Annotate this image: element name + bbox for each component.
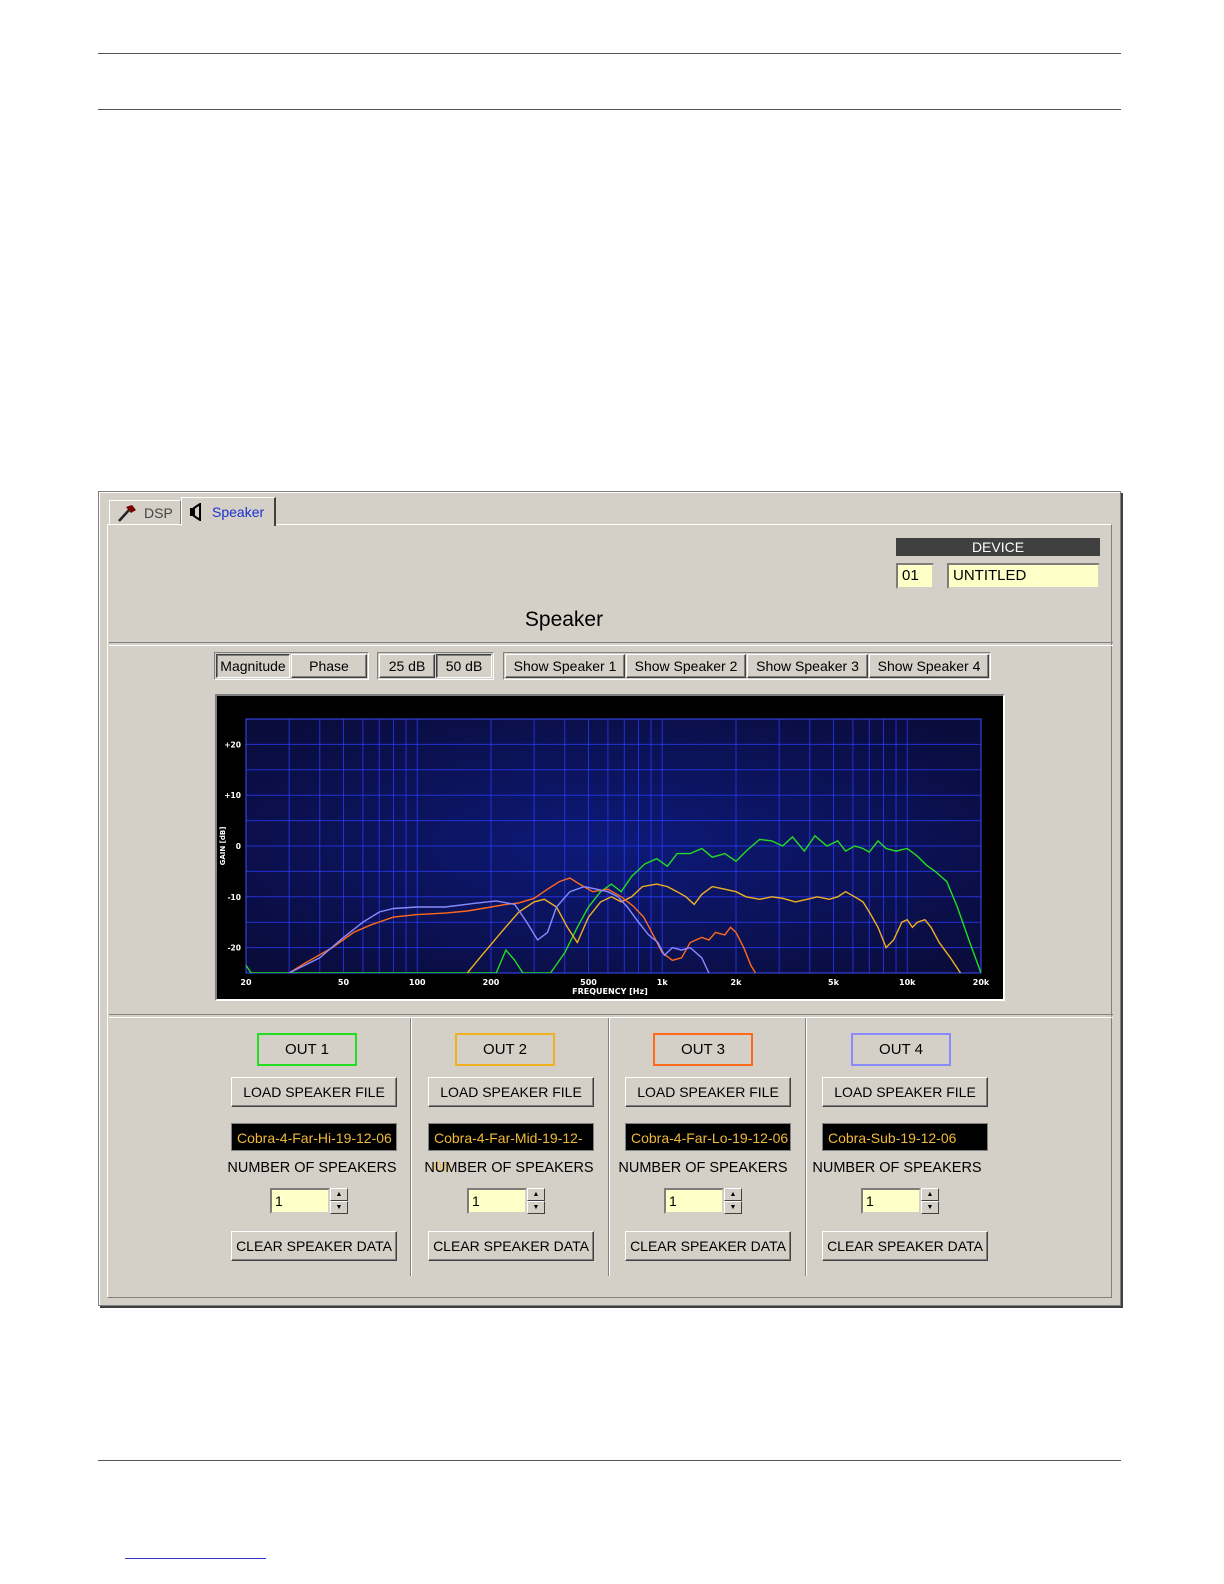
speaker-count-input-2[interactable]: 1 — [467, 1188, 527, 1214]
column-divider-3 — [805, 1018, 807, 1276]
number-of-speakers-label-1: NUMBER OF SPEAKERS — [227, 1160, 397, 1176]
speaker-count-stepper-4[interactable]: 1 ▲ ▼ — [861, 1188, 939, 1214]
spin-up-icon[interactable]: ▲ — [527, 1188, 545, 1201]
clear-speaker-data-button-4[interactable]: CLEAR SPEAKER DATA — [822, 1231, 988, 1261]
tab-dsp-label: DSP — [144, 504, 173, 521]
spin-down-icon[interactable]: ▼ — [724, 1201, 742, 1214]
show-speaker-1-button[interactable]: Show Speaker 1 — [505, 654, 625, 678]
speaker-count-stepper-3[interactable]: 1 ▲ ▼ — [664, 1188, 742, 1214]
device-header: DEVICE — [896, 538, 1100, 556]
page-title: Speaker — [524, 608, 604, 631]
speaker-count-input-3[interactable]: 1 — [664, 1188, 724, 1214]
spin-up-icon[interactable]: ▲ — [921, 1188, 939, 1201]
speaker-file-name-1: Cobra-4-Far-Hi-19-12-06 — [231, 1123, 397, 1151]
clear-speaker-data-button-2[interactable]: CLEAR SPEAKER DATA — [428, 1231, 594, 1261]
number-of-speakers-label-4: NUMBER OF SPEAKERS — [812, 1160, 982, 1176]
show-speaker-3-button[interactable]: Show Speaker 3 — [747, 654, 868, 678]
show-speaker-2-button[interactable]: Show Speaker 2 — [626, 654, 746, 678]
frequency-response-chart: 20 50 100 200 500 1k 2k 5k 10k 20k +20 +10 0 -10 -20 … — [215, 694, 1005, 1001]
spin-up-icon[interactable]: ▲ — [724, 1188, 742, 1201]
load-speaker-file-button-3[interactable]: LOAD SPEAKER FILE — [625, 1077, 791, 1107]
column-divider-2 — [608, 1018, 610, 1276]
clear-speaker-data-button-3[interactable]: CLEAR SPEAKER DATA — [625, 1231, 791, 1261]
magnitude-button[interactable]: Magnitude — [216, 654, 290, 678]
clear-speaker-data-button-1[interactable]: CLEAR SPEAKER DATA — [231, 1231, 397, 1261]
header-rule-bottom — [98, 109, 1121, 110]
y-tick-label: 0 — [236, 842, 241, 851]
speaker-icon — [188, 503, 206, 521]
x-tick-label: 20k — [973, 978, 990, 987]
separator-top — [109, 642, 1113, 646]
spin-up-icon[interactable]: ▲ — [330, 1188, 348, 1201]
speaker-file-name-4: Cobra-Sub-19-12-06 — [822, 1123, 988, 1151]
x-tick-label: 1k — [657, 978, 669, 987]
number-of-speakers-label-3: NUMBER OF SPEAKERS — [618, 1160, 788, 1176]
speaker-file-name-3: Cobra-4-Far-Lo-19-12-06 — [625, 1123, 791, 1151]
spin-down-icon[interactable]: ▼ — [330, 1201, 348, 1214]
x-tick-label: 5k — [828, 978, 840, 987]
device-name-field[interactable]: UNTITLED — [947, 563, 1100, 589]
footer-link-underline — [125, 1558, 266, 1559]
footer-rule — [98, 1460, 1121, 1461]
tab-speaker-label: Speaker — [212, 504, 265, 520]
x-axis-label: FREQUENCY [Hz] — [572, 987, 648, 996]
tab-dsp[interactable]: DSP — [109, 500, 181, 524]
y-tick-label: +20 — [224, 740, 241, 749]
out-4-label: OUT 4 — [851, 1033, 951, 1066]
range-50db-button[interactable]: 50 dB — [436, 654, 492, 678]
speaker-count-stepper-1[interactable]: 1 ▲ ▼ — [270, 1188, 348, 1214]
speaker-file-name-2: Cobra-4-Far-Mid-19-12-06 — [428, 1123, 594, 1174]
tab-speaker[interactable]: Speaker — [181, 497, 276, 526]
y-tick-label: -10 — [227, 893, 241, 902]
x-tick-label: 200 — [483, 978, 500, 987]
spin-down-icon[interactable]: ▼ — [921, 1201, 939, 1214]
out-3-label: OUT 3 — [653, 1033, 753, 1066]
show-speaker-4-button[interactable]: Show Speaker 4 — [869, 654, 989, 678]
load-speaker-file-button-4[interactable]: LOAD SPEAKER FILE — [822, 1077, 988, 1107]
load-speaker-file-button-2[interactable]: LOAD SPEAKER FILE — [428, 1077, 594, 1107]
out-1-label: OUT 1 — [257, 1033, 357, 1066]
separator-bottom — [109, 1014, 1113, 1018]
column-divider-1 — [410, 1018, 412, 1276]
speaker-count-input-4[interactable]: 1 — [861, 1188, 921, 1214]
number-of-speakers-label-2: NUMBER OF SPEAKERS — [424, 1160, 594, 1176]
range-25db-button[interactable]: 25 dB — [379, 654, 435, 678]
header-rule-top — [98, 53, 1121, 54]
y-tick-label: +10 — [224, 791, 241, 800]
x-tick-label: 50 — [338, 978, 350, 987]
speaker-count-input-1[interactable]: 1 — [270, 1188, 330, 1214]
hammer-icon — [116, 504, 138, 522]
chart-svg: 20 50 100 200 500 1k 2k 5k 10k 20k +20+100-10-20 … — [219, 718, 990, 996]
speaker-count-stepper-2[interactable]: 1 ▲ ▼ — [467, 1188, 545, 1214]
phase-button[interactable]: Phase — [291, 654, 367, 678]
x-tick-label: 500 — [580, 978, 597, 987]
out-2-label: OUT 2 — [455, 1033, 555, 1066]
x-tick-label: 10k — [899, 978, 916, 987]
spin-down-icon[interactable]: ▼ — [527, 1201, 545, 1214]
x-tick-label: 20 — [240, 978, 252, 987]
y-axis-label: GAIN [dB] — [219, 827, 227, 866]
device-id-field[interactable]: 01 — [896, 563, 934, 589]
y-tick-label: -20 — [227, 944, 241, 953]
application-window: DSP Speaker DEVICE 01 UNTITLED Speaker M… — [98, 491, 1121, 1306]
x-tick-label: 2k — [731, 978, 743, 987]
load-speaker-file-button-1[interactable]: LOAD SPEAKER FILE — [231, 1077, 397, 1107]
x-tick-label: 100 — [409, 978, 426, 987]
